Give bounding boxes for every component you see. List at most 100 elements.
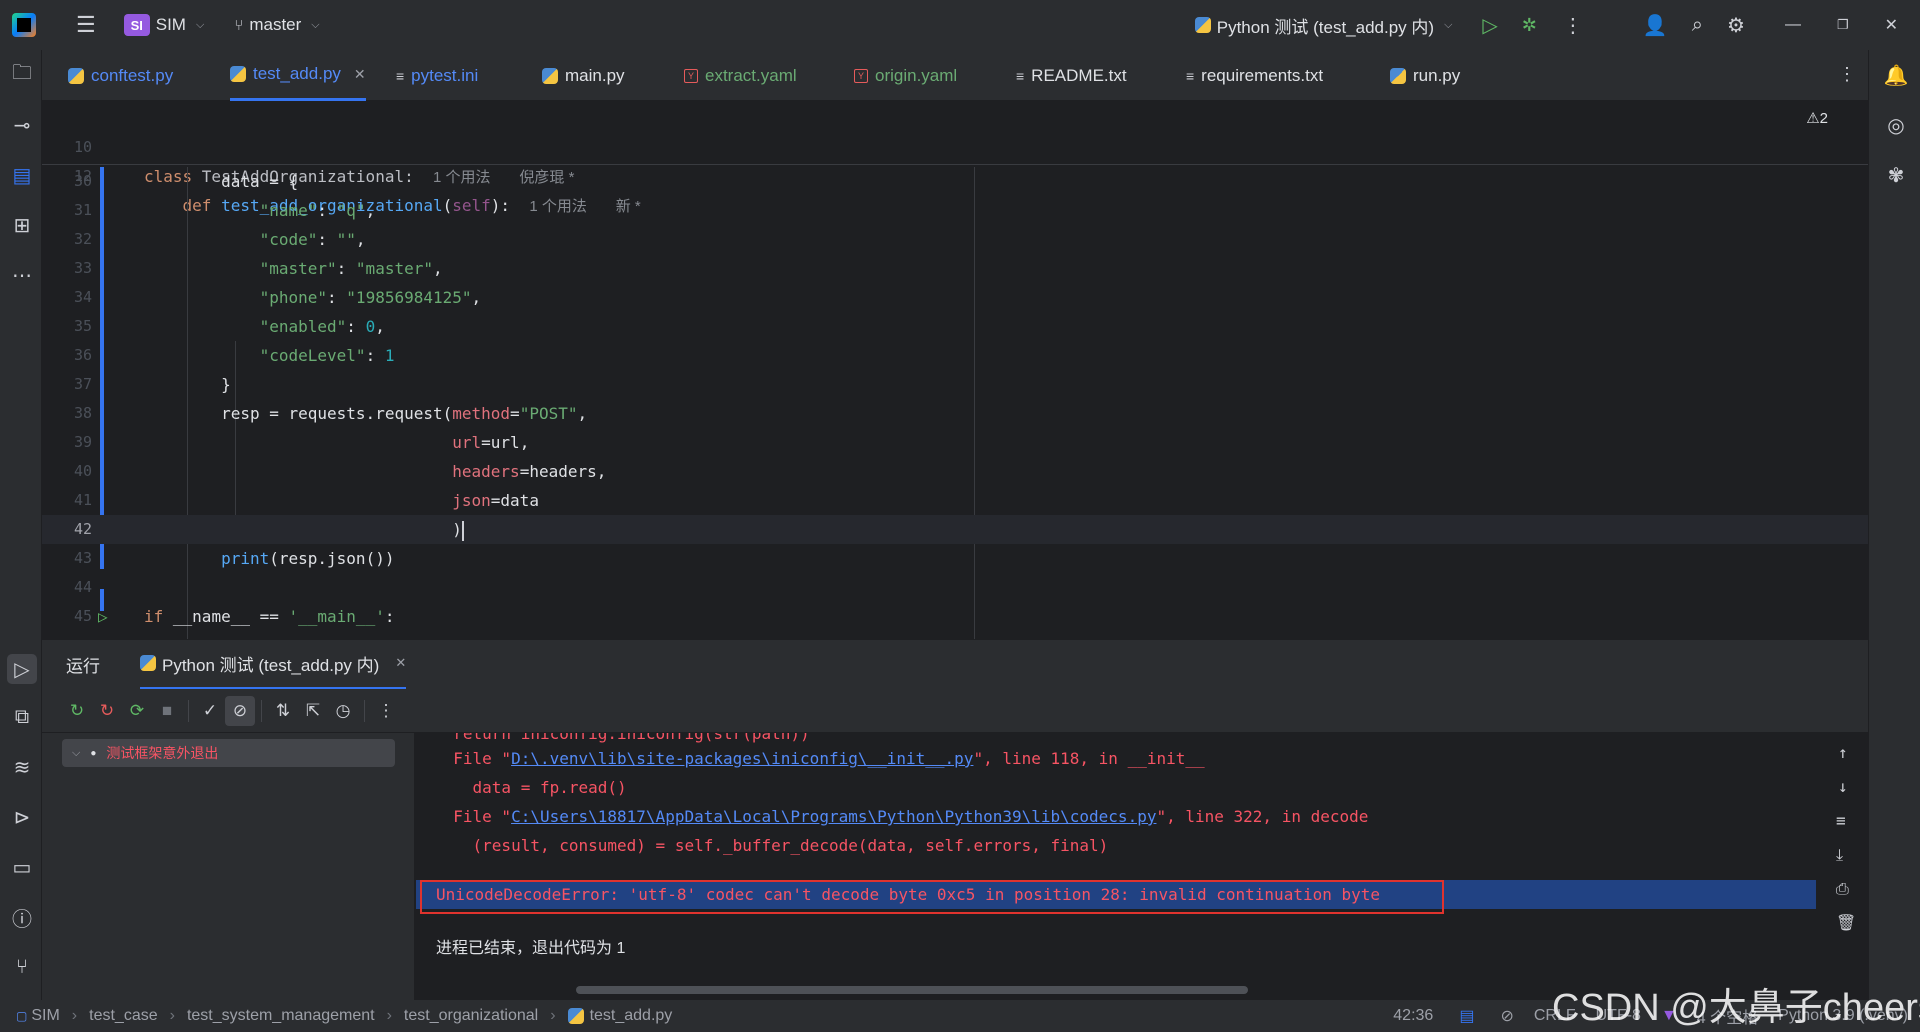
- main-menu-icon[interactable]: ☰: [76, 12, 96, 38]
- breadcrumb-item[interactable]: test_organizational: [404, 1007, 538, 1025]
- commit-icon[interactable]: ⊸: [9, 112, 35, 138]
- tree-item-label: 测试框架意外退出: [106, 745, 219, 761]
- code-line: 38 resp = requests.request(method="POST"…: [73, 404, 588, 423]
- tab-main[interactable]: main.py: [542, 50, 625, 101]
- scroll-to-end-icon[interactable]: ⤓: [1836, 845, 1843, 865]
- project-selector[interactable]: SI SIM ⌵: [123, 14, 204, 36]
- breadcrumb-item[interactable]: test_add.py: [590, 1007, 673, 1025]
- tab-label: README.txt: [1031, 65, 1127, 85]
- print-icon[interactable]: ⎙: [1836, 879, 1849, 899]
- code-editor[interactable]: 10 class TestAddOrganizational: 1 个用法 倪彦…: [42, 101, 1868, 639]
- git-icon[interactable]: ⑂: [9, 954, 35, 980]
- code-line: 45 ▷ if __name__ == '__main__':: [42, 602, 1868, 631]
- stop-icon[interactable]: ■: [152, 696, 182, 726]
- left-tool-bar: 🗀 ⊸ ▤ ⊞ ⋯ ▷ ⧉ ≋ ⊳ ▭ ⓘ ⑂: [0, 50, 42, 1000]
- plugins-icon[interactable]: ⊞: [9, 212, 35, 238]
- folder-icon[interactable]: 🗀: [9, 62, 35, 88]
- minimize-icon[interactable]: —: [1785, 16, 1801, 34]
- app-logo-icon[interactable]: [12, 13, 36, 37]
- console-output[interactable]: return iniconfig.iniconfig(str(path)) Fi…: [416, 733, 1868, 1000]
- ai-assistant-icon[interactable]: ◎: [1883, 112, 1909, 138]
- import-tests-icon[interactable]: ⇱: [298, 696, 328, 726]
- toggle-autotest-icon[interactable]: ⟳: [122, 696, 152, 726]
- run-config-selector[interactable]: Python 测试 (test_add.py 内) ⌵: [1194, 13, 1452, 38]
- branch-selector[interactable]: ⑂ master ⌵: [234, 15, 319, 35]
- test-tree: ⌵ ● 测试框架意外退出: [42, 733, 415, 1000]
- run-icon[interactable]: ▷: [1482, 13, 1497, 38]
- structure-icon[interactable]: ▤: [1459, 1006, 1474, 1026]
- copilot-icon[interactable]: ✾: [1883, 162, 1909, 188]
- tab-test-add[interactable]: test_add.py ✕: [230, 50, 366, 101]
- scroll-down-icon[interactable]: ↓: [1838, 777, 1848, 796]
- sort-icon[interactable]: ⇅: [268, 696, 298, 726]
- breadcrumb-item[interactable]: SIM: [31, 1007, 59, 1025]
- layers-icon[interactable]: ≋: [9, 754, 35, 780]
- tab-pytest-ini[interactable]: ≡ pytest.ini: [396, 50, 478, 101]
- add-user-icon[interactable]: 👤: [1643, 13, 1668, 38]
- branch-name: master: [249, 15, 302, 34]
- scroll-up-icon[interactable]: ↑: [1838, 743, 1848, 762]
- file-link[interactable]: C:\Users\18817\AppData\Local\Programs\Py…: [511, 807, 1156, 826]
- run-tool-icon[interactable]: ▷: [7, 654, 37, 684]
- tab-label: run.py: [1413, 65, 1461, 85]
- close-tab-icon[interactable]: ✕: [354, 66, 366, 83]
- tab-origin-yaml[interactable]: Y origin.yaml: [854, 50, 957, 101]
- tabs-more-icon[interactable]: ⋮: [1838, 64, 1856, 85]
- run-toolbar: ↻ ↻ ⟳ ■ ✓ ⊘ ⇅ ⇱ ◷ ⋮: [42, 689, 1868, 733]
- title-bar: ☰ SI SIM ⌵ ⑂ master ⌵ Python 测试 (test_ad…: [0, 0, 1920, 50]
- trash-icon[interactable]: 🗑: [1836, 913, 1856, 932]
- search-icon[interactable]: ⌕: [1692, 14, 1703, 37]
- python-file-icon: [542, 67, 558, 84]
- debug-icon[interactable]: ✲: [1522, 15, 1537, 36]
- soft-wrap-icon[interactable]: ≡: [1836, 811, 1846, 830]
- tab-run[interactable]: run.py: [1390, 50, 1460, 101]
- cursor-position[interactable]: 42:36: [1393, 1007, 1433, 1025]
- yaml-file-icon: Y: [854, 68, 868, 83]
- gear-icon[interactable]: ⚙: [1727, 13, 1745, 38]
- more-vertical-icon[interactable]: ⋮: [1563, 13, 1583, 38]
- structure-icon[interactable]: ▤: [9, 162, 35, 188]
- more-horizontal-icon[interactable]: ⋯: [9, 262, 35, 288]
- tab-label: conftest.py: [91, 65, 174, 85]
- problems-icon[interactable]: ⓘ: [9, 904, 35, 931]
- notifications-icon[interactable]: 🔔: [1883, 62, 1909, 88]
- project-badge: SI: [123, 14, 150, 36]
- tab-label: pytest.ini: [411, 65, 479, 85]
- status-dot: ●: [90, 747, 97, 759]
- run-config-label: Python 测试 (test_add.py 内): [1216, 17, 1435, 37]
- warnings-indicator[interactable]: ⚠2: [1806, 109, 1828, 127]
- project-name: SIM: [155, 15, 186, 34]
- inspections-icon[interactable]: ⊘: [1500, 1006, 1513, 1026]
- run-gutter-icon[interactable]: ▷: [98, 602, 108, 631]
- rerun-icon[interactable]: ↻: [62, 696, 92, 726]
- close-tab-icon[interactable]: ✕: [395, 655, 406, 671]
- services-icon[interactable]: ⊳: [9, 804, 35, 830]
- editor-tabs: conftest.py test_add.py ✕ ≡ pytest.ini m…: [42, 50, 1868, 101]
- tab-label: origin.yaml: [875, 65, 958, 85]
- tab-readme[interactable]: ≡ README.txt: [1016, 50, 1127, 101]
- history-icon[interactable]: ◷: [328, 696, 358, 726]
- tab-conftest[interactable]: conftest.py: [68, 50, 173, 101]
- terminal-icon[interactable]: ▭: [9, 854, 35, 880]
- close-icon[interactable]: ✕: [1885, 15, 1898, 35]
- test-tree-item[interactable]: ⌵ ● 测试框架意外退出: [62, 739, 395, 767]
- breadcrumb-item[interactable]: test_system_management: [187, 1007, 375, 1025]
- restore-icon[interactable]: ❐: [1837, 17, 1849, 33]
- run-tab[interactable]: Python 测试 (test_add.py 内) ✕: [140, 640, 407, 690]
- python-console-icon[interactable]: ⧉: [9, 704, 35, 730]
- python-file-icon: [68, 67, 84, 84]
- rerun-failed-icon[interactable]: ↻: [92, 696, 122, 726]
- horizontal-scrollbar[interactable]: [576, 986, 1248, 994]
- chevron-down-icon: ⌵: [72, 746, 81, 759]
- tab-requirements[interactable]: ≡ requirements.txt: [1186, 50, 1323, 101]
- tab-label: test_add.py: [253, 64, 341, 83]
- more-vertical-icon[interactable]: ⋮: [371, 696, 401, 726]
- file-link[interactable]: D:\.venv\lib\site-packages\iniconfig\__i…: [511, 749, 973, 768]
- python-icon: [1194, 17, 1211, 33]
- breadcrumb-item[interactable]: test_case: [89, 1007, 157, 1025]
- sticky-lines: 10 class TestAddOrganizational: 1 个用法 倪彦…: [42, 101, 1868, 215]
- show-passed-icon[interactable]: ✓: [195, 696, 225, 726]
- module-icon: ▢: [16, 1009, 28, 1023]
- show-ignored-icon[interactable]: ⊘: [225, 695, 255, 726]
- tab-extract-yaml[interactable]: Y extract.yaml: [684, 50, 797, 101]
